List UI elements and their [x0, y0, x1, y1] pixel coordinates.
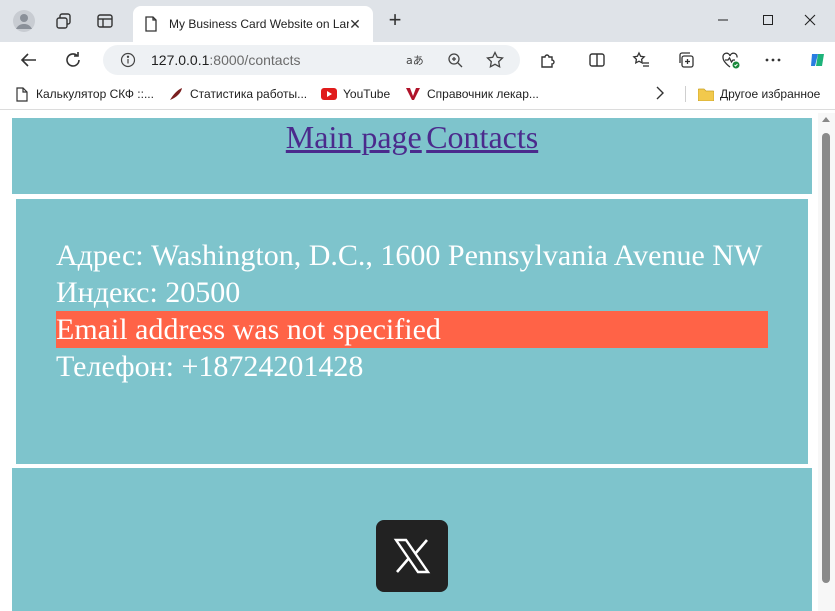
- favorites-bar: Калькулятор СКФ ::... Статистика работы.…: [0, 78, 835, 110]
- nav-link-contacts[interactable]: Contacts: [426, 118, 538, 156]
- page-favicon-icon: [143, 16, 159, 32]
- address-bar[interactable]: 127.0.0.1:8000/contacts aあ: [103, 45, 520, 75]
- x-logo-icon: [393, 538, 431, 574]
- bookmark-item[interactable]: YouTube: [321, 86, 390, 102]
- bookmark-label: YouTube: [343, 87, 391, 101]
- bookmarks-overflow-chevron-icon[interactable]: [655, 86, 665, 100]
- minimize-icon[interactable]: [711, 8, 735, 32]
- read-aloud-icon[interactable]: aあ: [405, 50, 425, 70]
- maximize-icon[interactable]: [756, 8, 780, 32]
- site-footer: [12, 468, 812, 611]
- page-scrollbar[interactable]: [818, 113, 835, 611]
- browser-tab-active[interactable]: My Business Card Website on Lara ✕: [133, 6, 373, 42]
- scroll-up-arrow-icon[interactable]: [822, 117, 830, 122]
- youtube-icon: [321, 86, 337, 102]
- contacts-section: Адрес: Washington, D.C., 1600 Pennsylvan…: [16, 199, 808, 464]
- bookmark-item[interactable]: Статистика работы...: [168, 86, 307, 102]
- refresh-icon[interactable]: [60, 47, 86, 73]
- document-icon: [14, 86, 30, 102]
- other-favorites-folder[interactable]: Другое избранное: [698, 86, 820, 102]
- svg-text:aあ: aあ: [406, 54, 424, 67]
- workspaces-icon[interactable]: [51, 8, 77, 34]
- scroll-thumb[interactable]: [822, 133, 830, 583]
- x-social-link[interactable]: [376, 520, 448, 592]
- bookmark-item[interactable]: Справочник лекар...: [405, 86, 539, 102]
- bookmark-label: Справочник лекар...: [427, 87, 539, 101]
- folder-icon: [698, 86, 714, 102]
- tab-title: My Business Card Website on Lara: [169, 17, 349, 31]
- split-screen-icon[interactable]: [584, 47, 610, 73]
- profile-avatar-icon[interactable]: [11, 8, 37, 34]
- bookmark-label: Калькулятор СКФ ::...: [36, 87, 154, 101]
- browser-essentials-icon[interactable]: [718, 47, 744, 73]
- email-missing-notice: Email address was not specified: [56, 311, 768, 348]
- tab-actions-icon[interactable]: [92, 8, 118, 34]
- postal-index-text: Индекс: 20500: [56, 276, 241, 309]
- extensions-icon[interactable]: [535, 47, 561, 73]
- bookmark-label: Статистика работы...: [190, 87, 308, 101]
- site-header: Main page Contacts: [12, 118, 812, 194]
- zoom-icon[interactable]: [445, 50, 465, 70]
- collections-icon[interactable]: [673, 47, 699, 73]
- bookmarks-divider: [685, 86, 686, 102]
- window-close-icon[interactable]: [798, 8, 822, 32]
- favorite-star-icon[interactable]: [485, 50, 505, 70]
- vidal-logo-icon: [405, 86, 421, 102]
- copilot-icon[interactable]: [805, 47, 831, 73]
- other-favorites-label: Другое избранное: [720, 87, 821, 101]
- new-tab-button[interactable]: +: [383, 9, 407, 33]
- feather-icon: [168, 86, 184, 102]
- favorites-list-icon[interactable]: [628, 47, 654, 73]
- address-text: Адрес: Washington, D.C., 1600 Pennsylvan…: [56, 239, 763, 272]
- url-text[interactable]: 127.0.0.1:8000/contacts: [151, 52, 300, 68]
- tab-close-icon[interactable]: ✕: [347, 16, 363, 32]
- phone-text: Телефон: +18724201428: [56, 350, 364, 383]
- site-info-icon[interactable]: [120, 52, 136, 68]
- toolbar: 127.0.0.1:8000/contacts aあ: [0, 42, 835, 78]
- tab-strip: My Business Card Website on Lara ✕ +: [0, 0, 835, 42]
- contact-details: Адрес: Washington, D.C., 1600 Pennsylvan…: [56, 237, 768, 385]
- nav-link-main-page[interactable]: Main page: [286, 118, 422, 156]
- site-nav: Main page Contacts: [12, 118, 812, 156]
- back-arrow-icon[interactable]: [16, 47, 42, 73]
- bookmark-item[interactable]: Калькулятор СКФ ::...: [14, 86, 154, 102]
- settings-more-icon[interactable]: [760, 47, 786, 73]
